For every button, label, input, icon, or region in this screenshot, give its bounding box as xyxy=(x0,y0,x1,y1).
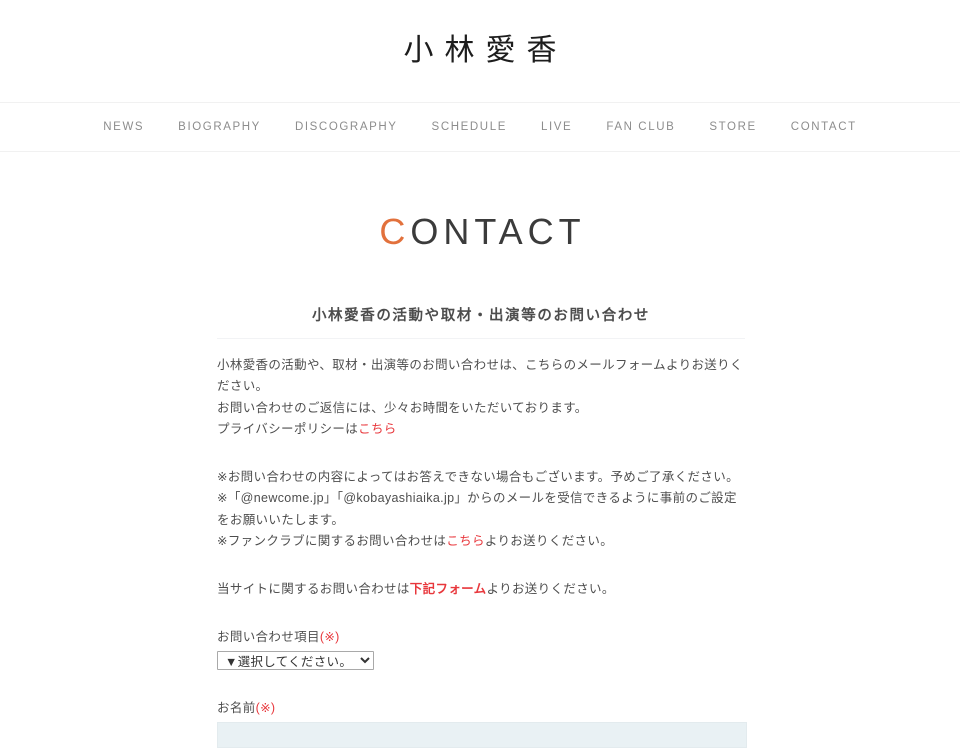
page-title-rest: ONTACT xyxy=(410,211,586,252)
nav-link-fan-club[interactable]: FAN CLUB xyxy=(589,117,692,137)
nav-item-live: LIVE xyxy=(524,117,589,137)
field-subject-required-mark: (※) xyxy=(319,630,340,645)
fanclub-note-pre: ※ファンクラブに関するお問い合わせは xyxy=(217,534,447,549)
nav-item-discography: DISCOGRAPHY xyxy=(278,117,415,137)
nav-item-contact: CONTACT xyxy=(774,117,874,137)
site-note-paragraph: 当サイトに関するお問い合わせは下記フォームよりお送りください。 xyxy=(217,579,745,601)
fanclub-note-post: よりお送りください。 xyxy=(484,534,614,549)
field-subject-label: お問い合わせ項目(※) xyxy=(217,626,745,645)
site-note-line: 当サイトに関するお問い合わせは下記フォームよりお送りください。 xyxy=(217,579,745,601)
nav-item-biography: BIOGRAPHY xyxy=(161,117,278,137)
nav-list: NEWS BIOGRAPHY DISCOGRAPHY SCHEDULE LIVE… xyxy=(86,117,873,137)
field-subject: お問い合わせ項目(※) ▼選択してください。 xyxy=(217,626,745,671)
field-name-label: お名前(※) xyxy=(217,697,745,716)
intro-line-3: プライバシーポリシーはこちら xyxy=(217,419,745,441)
note-line-3: ※ファンクラブに関するお問い合わせはこちらよりお送りください。 xyxy=(217,531,745,553)
nav-item-schedule: SCHEDULE xyxy=(415,117,524,137)
nav-item-store: STORE xyxy=(692,117,773,137)
main-content: CONTACT 小林愛香の活動や取材・出演等のお問い合わせ 小林愛香の活動や、取… xyxy=(0,152,960,748)
note-line-1: ※お問い合わせの内容によってはお答えできない場合もございます。予めご了承ください… xyxy=(217,469,739,484)
field-subject-label-text: お問い合わせ項目 xyxy=(217,630,320,645)
intro-line-2: お問い合わせのご返信には、少々お時間をいただいております。 xyxy=(217,400,588,415)
intro-paragraphs: 小林愛香の活動や、取材・出演等のお問い合わせは、こちらのメールフォームよりお送り… xyxy=(217,355,745,441)
nav-link-news[interactable]: NEWS xyxy=(86,117,161,137)
field-name: お名前(※) xyxy=(217,697,747,748)
section-heading: 小林愛香の活動や取材・出演等のお問い合わせ xyxy=(217,304,745,339)
main-navigation: NEWS BIOGRAPHY DISCOGRAPHY SCHEDULE LIVE… xyxy=(0,102,960,152)
field-name-label-text: お名前 xyxy=(217,701,256,716)
privacy-policy-text: プライバシーポリシーは xyxy=(217,422,359,437)
name-input[interactable] xyxy=(217,722,747,748)
field-name-required-mark: (※) xyxy=(255,701,276,716)
nav-link-store[interactable]: STORE xyxy=(692,117,773,137)
notes-paragraphs: ※お問い合わせの内容によってはお答えできない場合もございます。予めご了承ください… xyxy=(217,467,745,553)
fanclub-contact-link[interactable]: こちら xyxy=(446,534,485,548)
intro-line-1: 小林愛香の活動や、取材・出演等のお問い合わせは、こちらのメールフォームよりお送り… xyxy=(217,357,743,394)
subject-select[interactable]: ▼選択してください。 xyxy=(217,651,374,671)
note-line-2: ※「@newcome.jp」「@kobayashiaika.jp」からのメールを… xyxy=(217,491,737,527)
content-column: 小林愛香の活動や取材・出演等のお問い合わせ 小林愛香の活動や、取材・出演等のお問… xyxy=(215,304,747,748)
nav-link-schedule[interactable]: SCHEDULE xyxy=(415,117,524,137)
nav-link-live[interactable]: LIVE xyxy=(524,117,589,137)
nav-item-news: NEWS xyxy=(86,117,161,137)
nav-item-fan-club: FAN CLUB xyxy=(589,117,692,137)
nav-link-discography[interactable]: DISCOGRAPHY xyxy=(278,117,415,137)
page-title-accent-letter: C xyxy=(379,211,411,252)
privacy-policy-link[interactable]: こちら xyxy=(358,422,397,436)
nav-link-biography[interactable]: BIOGRAPHY xyxy=(161,117,278,137)
site-title: 小林愛香 xyxy=(403,34,568,67)
nav-link-contact[interactable]: CONTACT xyxy=(774,117,874,137)
page-title: CONTACT xyxy=(0,212,960,252)
site-header: 小林愛香 xyxy=(0,0,960,102)
